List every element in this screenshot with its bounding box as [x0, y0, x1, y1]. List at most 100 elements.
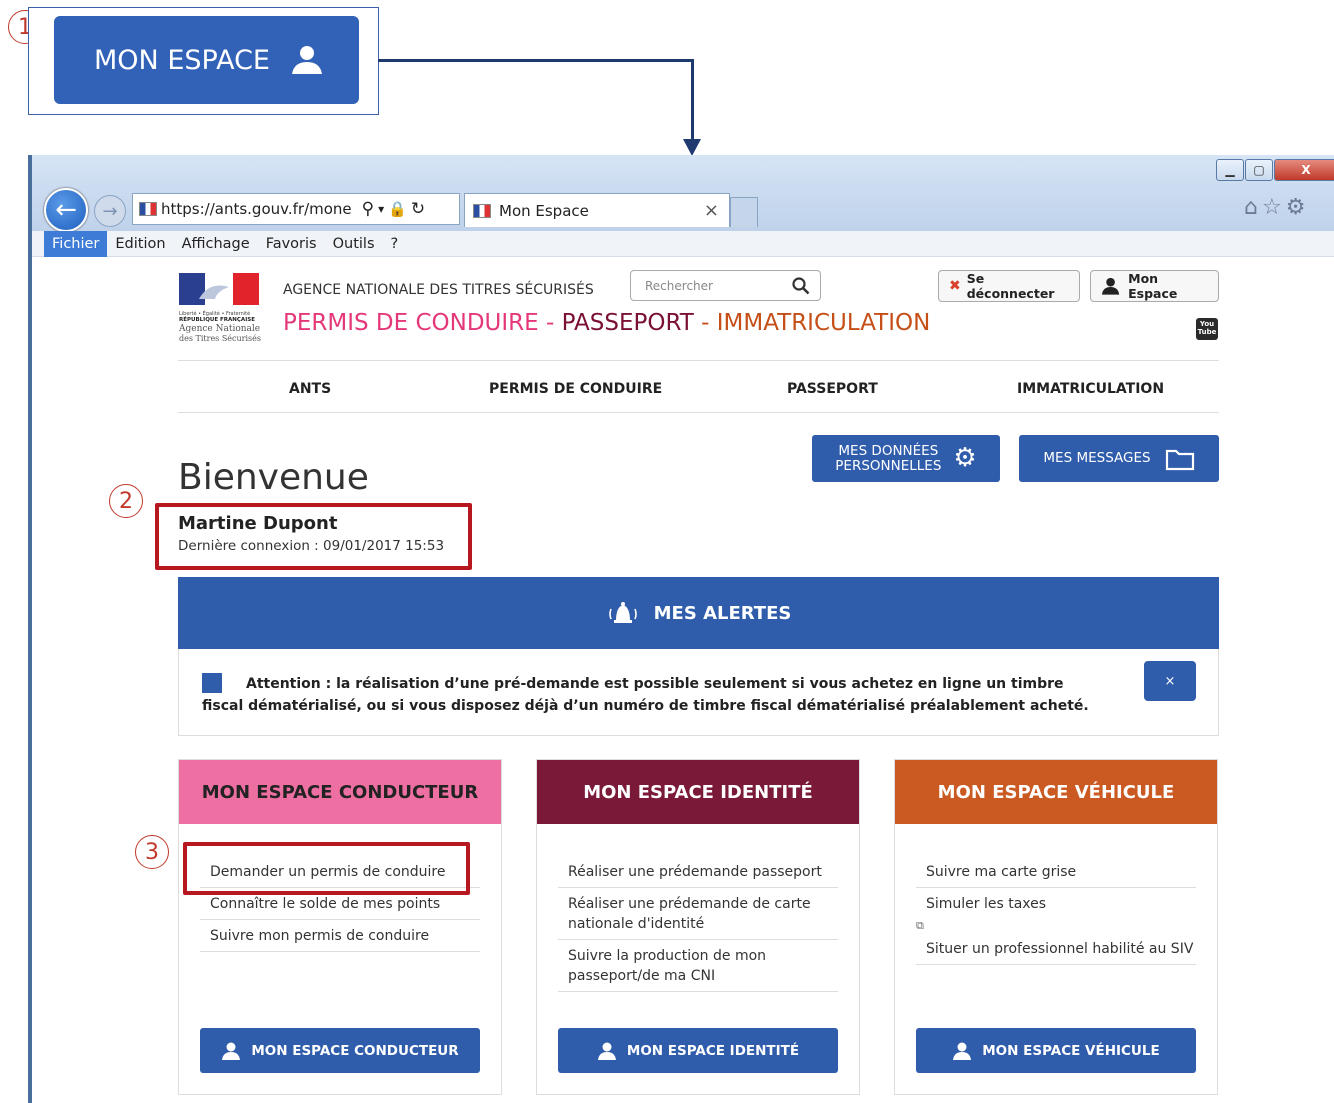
minimize-button[interactable]: ▁: [1216, 159, 1244, 181]
close-window-button[interactable]: X: [1274, 159, 1334, 181]
card-links: Suivre ma carte grise Simuler les taxes …: [916, 856, 1196, 965]
card-title: MON ESPACE CONDUCTEUR: [201, 781, 479, 803]
button-label: MON ESPACE IDENTITÉ: [626, 1042, 800, 1059]
dropdown-icon[interactable]: ▾: [378, 202, 384, 216]
tagline-sep: -: [693, 310, 717, 336]
close-x-icon: ✖: [949, 278, 961, 294]
back-button[interactable]: ←: [44, 188, 88, 232]
card-conducteur: MON ESPACE CONDUCTEUR Demander un permis…: [178, 759, 502, 1095]
url-text: https://ants.gouv.fr/mone: [161, 200, 352, 218]
link-suivre-carte-grise[interactable]: Suivre ma carte grise: [916, 856, 1196, 888]
tagline-immat: IMMATRICULATION: [716, 310, 931, 336]
search-input[interactable]: Rechercher: [630, 270, 821, 301]
alert-message: Attention : la réalisation d’une pré-dem…: [202, 676, 1089, 714]
mon-espace-label: Mon Espace: [1128, 271, 1178, 301]
toolbar-icons: ⌂☆⚙: [1244, 195, 1309, 220]
link-situer-professionnel[interactable]: Situer un professionnel habilité au SIV: [916, 933, 1196, 965]
callout-number-3: 3: [135, 835, 169, 869]
menu-favoris[interactable]: Favoris: [258, 231, 325, 257]
tagline-sep: -: [538, 310, 562, 336]
logout-button[interactable]: ✖ Se déconnecter: [938, 270, 1080, 302]
logout-label: Se déconnecter: [966, 271, 1055, 301]
connector-line-vertical: [691, 59, 694, 149]
callout-mon-espace-button[interactable]: MON ESPACE: [54, 16, 359, 104]
tab-mon-espace[interactable]: Mon Espace ×: [464, 193, 730, 227]
logo-agency-line1: Agence Nationale: [179, 324, 261, 334]
tagline-permis: PERMIS DE CONDUIRE: [283, 310, 539, 336]
card-identite: MON ESPACE IDENTITÉ Réaliser une prédema…: [536, 759, 860, 1095]
nav-permis[interactable]: PERMIS DE CONDUIRE: [489, 381, 662, 397]
browser-window: ▁ ▢ X ← → https://ants.gouv.fr/mone ⚲ ▾ …: [28, 155, 1334, 1103]
mes-donnees-label-2: PERSONNELLES: [835, 457, 942, 474]
card-links: Réaliser une prédemande passeport Réalis…: [558, 856, 838, 992]
gear-icon: ⚙: [953, 443, 977, 473]
refresh-icon[interactable]: ↻: [411, 199, 425, 219]
card-header: MON ESPACE CONDUCTEUR: [179, 760, 501, 824]
connector-line: [378, 59, 694, 62]
bell-icon: [608, 602, 637, 623]
callout-mon-espace-label: MON ESPACE: [94, 44, 270, 76]
link-simuler-taxes[interactable]: Simuler les taxes: [916, 888, 1196, 919]
button-label: MON ESPACE VÉHICULE: [982, 1042, 1160, 1059]
nav-passeport[interactable]: PASSEPORT: [787, 381, 878, 397]
mes-messages-button[interactable]: MES MESSAGES: [1019, 435, 1219, 482]
gear-icon[interactable]: ⚙: [1286, 195, 1310, 220]
user-icon: [222, 1042, 241, 1060]
lock-icon: 🔒: [388, 200, 407, 218]
folder-icon: [1165, 449, 1194, 470]
tab-close-icon[interactable]: ×: [704, 200, 729, 221]
menu-outils[interactable]: Outils: [325, 231, 383, 257]
maximize-button[interactable]: ▢: [1245, 159, 1273, 181]
card-title: MON ESPACE VÉHICULE: [937, 781, 1175, 803]
logo-republic: RÉPUBLIQUE FRANÇAISE: [179, 317, 255, 323]
nav-divider: [178, 412, 1219, 413]
mes-messages-label: MES MESSAGES: [1043, 450, 1151, 466]
mes-donnees-button[interactable]: MES DONNÉES PERSONNELLES ⚙: [812, 435, 1000, 482]
highlight-box: [183, 842, 470, 895]
tab-favicon-icon: [473, 203, 491, 218]
last-login: Dernière connexion : 09/01/2017 15:53: [178, 538, 445, 554]
menu-help[interactable]: ?: [383, 231, 407, 257]
card-header: MON ESPACE IDENTITÉ: [537, 760, 859, 824]
mon-espace-conducteur-button[interactable]: MON ESPACE CONDUCTEUR: [200, 1028, 480, 1073]
page-title: Bienvenue: [178, 457, 369, 498]
forward-button[interactable]: →: [94, 195, 126, 227]
card-header: MON ESPACE VÉHICULE: [895, 760, 1217, 824]
marianne-icon: [179, 273, 259, 305]
address-bar[interactable]: https://ants.gouv.fr/mone ⚲ ▾ 🔒 ↻: [132, 193, 460, 225]
user-icon: [597, 1042, 616, 1060]
nav-immatriculation[interactable]: IMMATRICULATION: [1017, 381, 1164, 397]
alerts-title: MES ALERTES: [653, 602, 792, 624]
link-suivre-permis[interactable]: Suivre mon permis de conduire: [200, 920, 480, 952]
star-icon[interactable]: ☆: [1262, 195, 1286, 220]
menu-bar: Fichier Edition Affichage Favoris Outils…: [32, 230, 1334, 257]
user-icon: [1101, 277, 1120, 295]
home-icon[interactable]: ⌂: [1244, 195, 1262, 220]
menu-affichage[interactable]: Affichage: [174, 231, 258, 257]
logo-agency-line2: des Titres Sécurisés: [179, 334, 261, 343]
favicon-icon: [139, 202, 157, 216]
nav-divider: [178, 360, 1219, 361]
mon-espace-button[interactable]: Mon Espace: [1090, 270, 1219, 302]
link-predemande-passeport[interactable]: Réaliser une prédemande passeport: [558, 856, 838, 888]
youtube-icon[interactable]: You Tube: [1196, 318, 1218, 340]
search-icon[interactable]: ⚲: [362, 199, 374, 219]
user-icon: [292, 46, 322, 74]
link-suivre-production[interactable]: Suivre la production de mon passeport/de…: [558, 940, 838, 992]
alert-close-button[interactable]: ×: [1144, 661, 1196, 701]
menu-edition[interactable]: Edition: [107, 231, 173, 257]
new-tab-button[interactable]: [730, 197, 758, 227]
mon-espace-vehicule-button[interactable]: MON ESPACE VÉHICULE: [916, 1028, 1196, 1073]
marianne-logo[interactable]: Liberté • Égalité • Fraternité RÉPUBLIQU…: [179, 273, 261, 345]
search-placeholder: Rechercher: [645, 278, 713, 293]
search-icon[interactable]: [792, 276, 810, 295]
mes-donnees-label-1: MES DONNÉES: [838, 442, 939, 459]
link-predemande-cni[interactable]: Réaliser une prédemande de carte nationa…: [558, 888, 838, 940]
menu-fichier[interactable]: Fichier: [44, 230, 108, 257]
card-title: MON ESPACE IDENTITÉ: [583, 781, 813, 803]
nav-ants[interactable]: ANTS: [289, 381, 331, 397]
mon-espace-identite-button[interactable]: MON ESPACE IDENTITÉ: [558, 1028, 838, 1073]
user-name: Martine Dupont: [178, 513, 338, 534]
tagline-passeport: PASSEPORT: [561, 310, 694, 336]
connector-arrow-icon: [683, 139, 701, 156]
